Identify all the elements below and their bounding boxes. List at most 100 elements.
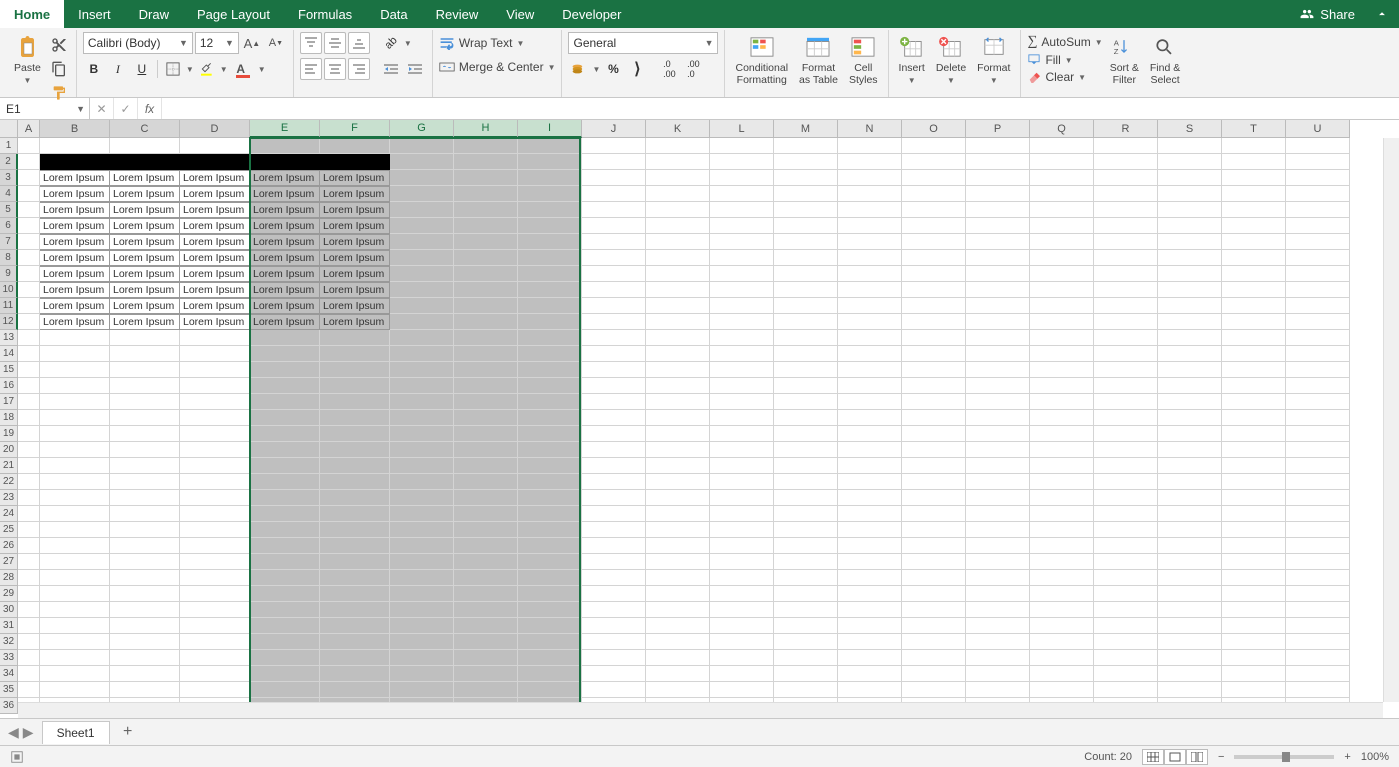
borders-dropdown[interactable]: ▼ bbox=[186, 65, 194, 74]
cell-R22[interactable] bbox=[1094, 474, 1158, 490]
cell-R6[interactable] bbox=[1094, 218, 1158, 234]
cell-J34[interactable] bbox=[582, 666, 646, 682]
column-header-I[interactable]: I bbox=[518, 120, 582, 138]
cell-M30[interactable] bbox=[774, 602, 838, 618]
column-header-P[interactable]: P bbox=[966, 120, 1030, 138]
cell-D26[interactable] bbox=[180, 538, 250, 554]
cell-F16[interactable] bbox=[320, 378, 390, 394]
cell-K13[interactable] bbox=[646, 330, 710, 346]
cell-L33[interactable] bbox=[710, 650, 774, 666]
cell-K31[interactable] bbox=[646, 618, 710, 634]
column-header-M[interactable]: M bbox=[774, 120, 838, 138]
cell-B7[interactable]: Lorem Ipsum bbox=[40, 234, 110, 250]
align-right-button[interactable] bbox=[348, 58, 370, 80]
cell-R13[interactable] bbox=[1094, 330, 1158, 346]
cell-F14[interactable] bbox=[320, 346, 390, 362]
cell-C3[interactable]: Lorem Ipsum bbox=[110, 170, 180, 186]
cell-I4[interactable] bbox=[518, 186, 582, 202]
cell-P24[interactable] bbox=[966, 506, 1030, 522]
cell-T32[interactable] bbox=[1222, 634, 1286, 650]
cell-J4[interactable] bbox=[582, 186, 646, 202]
font-name-dropdown[interactable]: Calibri (Body)▼ bbox=[83, 32, 193, 54]
cell-U18[interactable] bbox=[1286, 410, 1350, 426]
cell-T2[interactable] bbox=[1222, 154, 1286, 170]
cell-N1[interactable] bbox=[838, 138, 902, 154]
cell-P5[interactable] bbox=[966, 202, 1030, 218]
row-header-2[interactable]: 2 bbox=[0, 154, 18, 170]
cell-A11[interactable] bbox=[18, 298, 40, 314]
cell-B13[interactable] bbox=[40, 330, 110, 346]
cell-E32[interactable] bbox=[250, 634, 320, 650]
cell-C4[interactable]: Lorem Ipsum bbox=[110, 186, 180, 202]
cell-A15[interactable] bbox=[18, 362, 40, 378]
cell-I14[interactable] bbox=[518, 346, 582, 362]
cell-N23[interactable] bbox=[838, 490, 902, 506]
cell-I15[interactable] bbox=[518, 362, 582, 378]
column-header-Q[interactable]: Q bbox=[1030, 120, 1094, 138]
cell-G20[interactable] bbox=[390, 442, 454, 458]
cell-R28[interactable] bbox=[1094, 570, 1158, 586]
cell-B21[interactable] bbox=[40, 458, 110, 474]
cell-D16[interactable] bbox=[180, 378, 250, 394]
cell-M4[interactable] bbox=[774, 186, 838, 202]
cell-Q12[interactable] bbox=[1030, 314, 1094, 330]
cell-I13[interactable] bbox=[518, 330, 582, 346]
cell-Q31[interactable] bbox=[1030, 618, 1094, 634]
cell-P34[interactable] bbox=[966, 666, 1030, 682]
cell-G12[interactable] bbox=[390, 314, 454, 330]
cell-B27[interactable] bbox=[40, 554, 110, 570]
cell-S17[interactable] bbox=[1158, 394, 1222, 410]
cell-U20[interactable] bbox=[1286, 442, 1350, 458]
cell-T13[interactable] bbox=[1222, 330, 1286, 346]
cell-M29[interactable] bbox=[774, 586, 838, 602]
column-header-G[interactable]: G bbox=[390, 120, 454, 138]
cell-S2[interactable] bbox=[1158, 154, 1222, 170]
cell-T6[interactable] bbox=[1222, 218, 1286, 234]
cell-H35[interactable] bbox=[454, 682, 518, 698]
cell-F24[interactable] bbox=[320, 506, 390, 522]
cell-N31[interactable] bbox=[838, 618, 902, 634]
cell-D32[interactable] bbox=[180, 634, 250, 650]
cell-O5[interactable] bbox=[902, 202, 966, 218]
cell-I21[interactable] bbox=[518, 458, 582, 474]
cell-P32[interactable] bbox=[966, 634, 1030, 650]
cell-J9[interactable] bbox=[582, 266, 646, 282]
cell-B6[interactable]: Lorem Ipsum bbox=[40, 218, 110, 234]
cell-Q21[interactable] bbox=[1030, 458, 1094, 474]
cell-A3[interactable] bbox=[18, 170, 40, 186]
cell-E1[interactable] bbox=[250, 138, 320, 154]
cell-A31[interactable] bbox=[18, 618, 40, 634]
cell-I30[interactable] bbox=[518, 602, 582, 618]
cell-G14[interactable] bbox=[390, 346, 454, 362]
cell-J26[interactable] bbox=[582, 538, 646, 554]
cell-I27[interactable] bbox=[518, 554, 582, 570]
cell-H25[interactable] bbox=[454, 522, 518, 538]
cell-N30[interactable] bbox=[838, 602, 902, 618]
row-header-24[interactable]: 24 bbox=[0, 506, 18, 522]
cell-A35[interactable] bbox=[18, 682, 40, 698]
cell-A32[interactable] bbox=[18, 634, 40, 650]
cell-H28[interactable] bbox=[454, 570, 518, 586]
cell-O11[interactable] bbox=[902, 298, 966, 314]
cell-O16[interactable] bbox=[902, 378, 966, 394]
cell-F20[interactable] bbox=[320, 442, 390, 458]
cell-O25[interactable] bbox=[902, 522, 966, 538]
cell-B15[interactable] bbox=[40, 362, 110, 378]
cell-P27[interactable] bbox=[966, 554, 1030, 570]
cell-D5[interactable]: Lorem Ipsum bbox=[180, 202, 250, 218]
cell-P2[interactable] bbox=[966, 154, 1030, 170]
cell-C35[interactable] bbox=[110, 682, 180, 698]
cell-B28[interactable] bbox=[40, 570, 110, 586]
cell-T8[interactable] bbox=[1222, 250, 1286, 266]
cell-K16[interactable] bbox=[646, 378, 710, 394]
cell-P22[interactable] bbox=[966, 474, 1030, 490]
cell-M27[interactable] bbox=[774, 554, 838, 570]
cell-N13[interactable] bbox=[838, 330, 902, 346]
cell-T10[interactable] bbox=[1222, 282, 1286, 298]
cell-S10[interactable] bbox=[1158, 282, 1222, 298]
cell-O7[interactable] bbox=[902, 234, 966, 250]
comma-button[interactable]: ⟩ bbox=[626, 58, 648, 80]
cell-G7[interactable] bbox=[390, 234, 454, 250]
cell-D6[interactable]: Lorem Ipsum bbox=[180, 218, 250, 234]
cell-A14[interactable] bbox=[18, 346, 40, 362]
